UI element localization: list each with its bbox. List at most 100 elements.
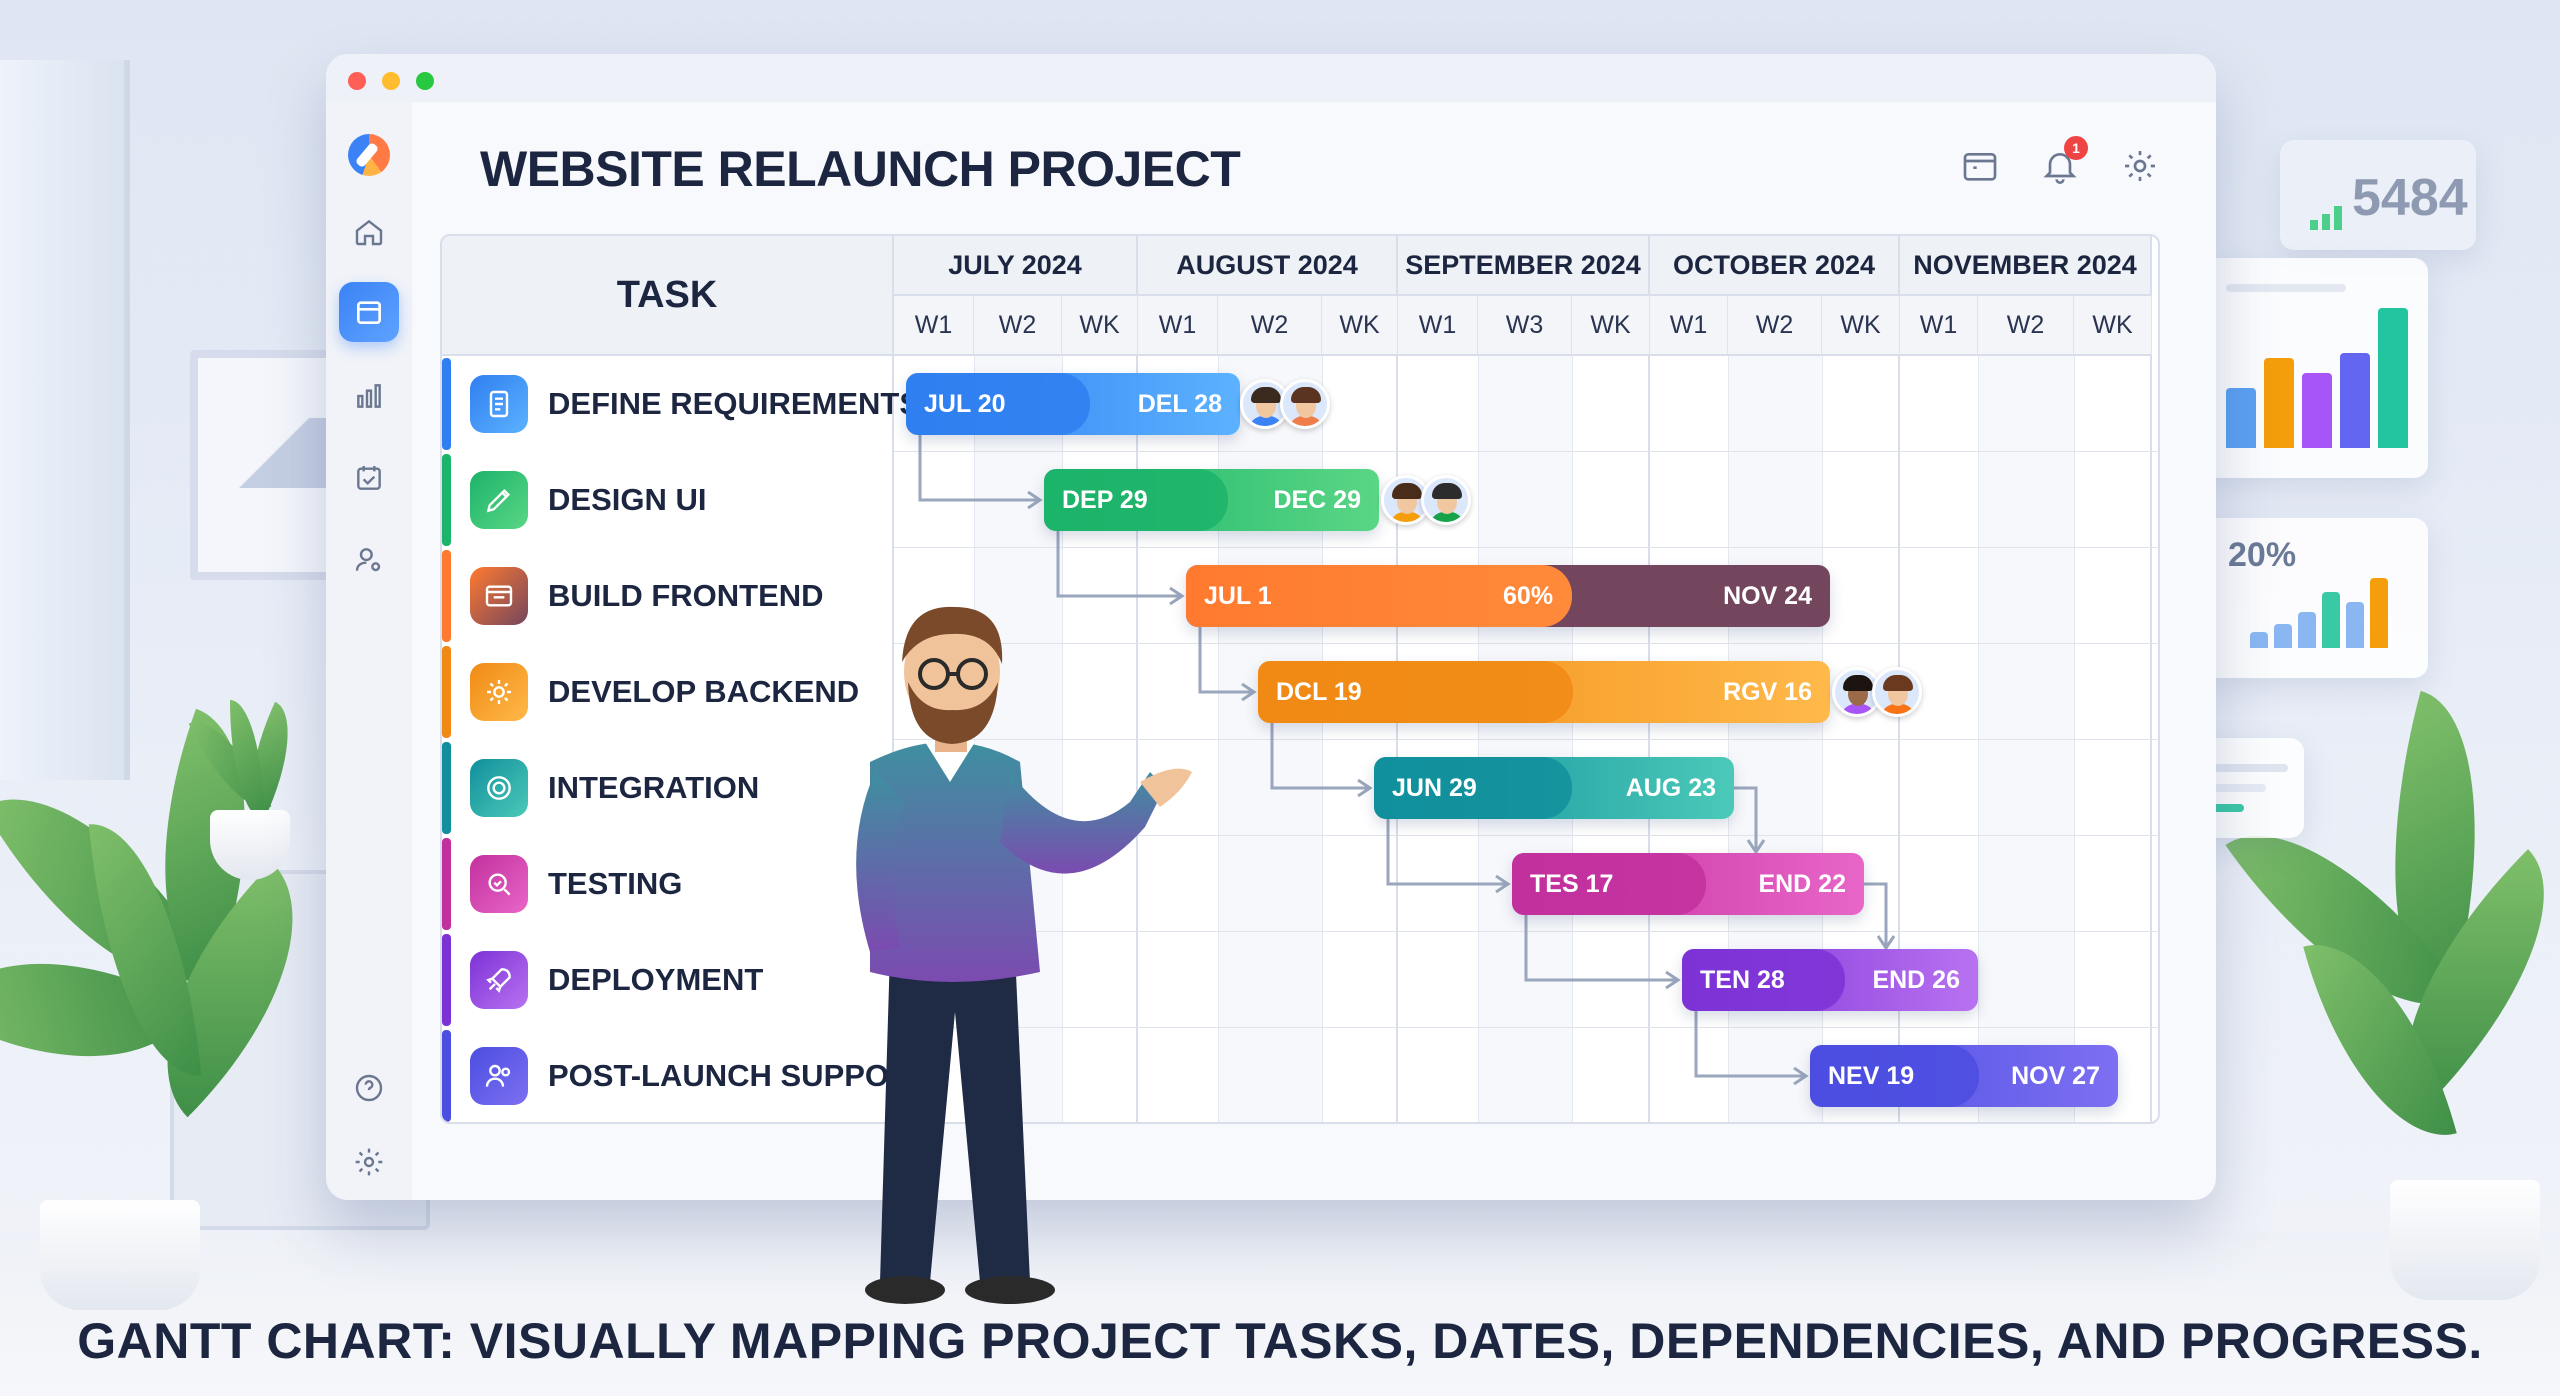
task-accent-bar [442, 646, 451, 738]
task-icon-badge [470, 567, 528, 625]
image-caption: GANTT CHART: VISUALLY MAPPING PROJECT TA… [77, 1313, 2483, 1369]
week-header: W2 [1728, 296, 1822, 356]
task-end-label: AUG 23 [1625, 774, 1716, 802]
task-icon-badge [470, 471, 528, 529]
task-row[interactable]: INTEGRATION [442, 740, 894, 836]
week-gridline [1978, 356, 1979, 1122]
user-settings-icon [355, 548, 381, 572]
help-icon [355, 1074, 383, 1102]
task-icon-badge [470, 951, 528, 1009]
task-accent-bar [442, 454, 451, 546]
assignee-avatar[interactable] [1421, 475, 1471, 525]
week-header: W2 [1218, 296, 1322, 356]
task-row[interactable]: DEVELOP BACKEND [442, 644, 894, 740]
app-logo-icon [348, 134, 390, 176]
month-header: OCTOBER 2024 [1650, 236, 1900, 296]
task-start-label: DCL 19 [1276, 678, 1362, 706]
week-header: W1 [894, 296, 974, 356]
task-bar[interactable]: DCL 19 RGV 16 [1258, 661, 1830, 723]
users-icon [485, 1064, 511, 1087]
week-column-shade [1978, 356, 2074, 1122]
rocket-icon [486, 968, 511, 993]
week-column-shade [1478, 356, 1572, 1122]
task-row[interactable]: TESTING [442, 836, 894, 932]
week-header: W2 [1978, 296, 2074, 356]
week-header: WK [1572, 296, 1650, 356]
week-header: WK [1062, 296, 1138, 356]
close-window-button[interactable] [348, 72, 366, 90]
task-bar[interactable]: TEN 28 END 26 [1682, 949, 1978, 1011]
magnify-check-icon [488, 873, 511, 896]
task-end-label: NOV 24 [1723, 582, 1812, 610]
cog-icon [487, 776, 511, 800]
task-row[interactable]: DESIGN UI [442, 452, 894, 548]
task-end-label: NOV 27 [2011, 1062, 2100, 1090]
stat-card: 5484 [2280, 140, 2476, 250]
calendar-view-button[interactable] [1960, 146, 2000, 186]
task-start-label: JUL 1 [1204, 582, 1272, 610]
gantt-chart: TASK JULY 2024 W1 W2 WK AUGUST 2024 W1 W2 WK SEP… [440, 234, 2160, 1124]
task-bar[interactable]: DEP 29 DEC 29 [1044, 469, 1379, 531]
settings-button[interactable] [2120, 146, 2160, 186]
task-start-label: JUN 29 [1392, 774, 1477, 802]
sidebar-settings-button[interactable] [339, 1132, 399, 1192]
task-accent-bar [442, 742, 451, 834]
week-header: WK [1322, 296, 1398, 356]
task-row[interactable]: POST-LAUNCH SUPPORT [442, 1028, 930, 1122]
task-icon-badge [470, 1047, 528, 1105]
dependency-arrow [1864, 882, 1888, 946]
sidebar-tasks-button[interactable] [339, 448, 399, 508]
task-accent-bar [442, 358, 451, 450]
dependency-arrowhead [1357, 778, 1373, 798]
week-header: W2 [974, 296, 1062, 356]
task-bar[interactable]: TES 17 END 22 [1512, 853, 1864, 915]
window-titlebar [326, 54, 2216, 102]
bar-chart-card [2200, 258, 2428, 478]
task-name: DEFINE REQUIREMENTS [548, 386, 921, 421]
sidebar-calendar-button[interactable] [339, 282, 399, 342]
week-header: WK [2074, 296, 2152, 356]
task-start-label: JUL 20 [924, 390, 1006, 418]
assignee-avatar[interactable] [1872, 667, 1922, 717]
gear-icon [487, 680, 511, 704]
task-accent-bar [442, 838, 451, 930]
month-header: SEPTEMBER 2024 [1398, 236, 1650, 296]
month-header: JULY 2024 [894, 236, 1138, 296]
task-icon-badge [470, 855, 528, 913]
task-bar[interactable]: NEV 19 NOV 27 [1810, 1045, 2118, 1107]
task-start-label: NEV 19 [1828, 1062, 1915, 1090]
task-accent-bar [442, 550, 451, 642]
sidebar-help-button[interactable] [339, 1058, 399, 1118]
pencil-icon [486, 488, 511, 513]
minimize-window-button[interactable] [382, 72, 400, 90]
task-row[interactable]: DEPLOYMENT [442, 932, 894, 1028]
task-bar[interactable]: JUL 20 DEL 28 [906, 373, 1240, 435]
app-window: WEBSITE RELAUNCH PROJECT 1 TASK JULY 202… [326, 54, 2216, 1200]
task-end-label: DEC 29 [1273, 486, 1361, 514]
month-gridline [2150, 356, 2152, 1122]
notifications-button[interactable]: 1 [2040, 136, 2088, 186]
task-end-label: DEL 28 [1137, 390, 1222, 418]
week-header: W3 [1478, 296, 1572, 356]
task-row[interactable]: DEFINE REQUIREMENTS [442, 356, 920, 452]
sidebar-home-button[interactable] [339, 202, 399, 262]
task-end-label: END 22 [1758, 870, 1846, 898]
gear-icon [355, 1148, 383, 1176]
task-start-label: TEN 28 [1700, 966, 1785, 994]
gear-icon [2125, 151, 2155, 181]
week-header: W1 [1398, 296, 1478, 356]
task-start-label: DEP 29 [1062, 486, 1148, 514]
row-gridline [442, 1123, 2160, 1124]
maximize-window-button[interactable] [416, 72, 434, 90]
task-name: DEPLOYMENT [548, 962, 764, 997]
task-bar[interactable]: 60% JUL 1 NOV 24 [1186, 565, 1830, 627]
background-window [0, 60, 130, 780]
sidebar-team-button[interactable] [339, 530, 399, 590]
task-start-label: TES 17 [1530, 870, 1614, 898]
task-row[interactable]: BUILD FRONTEND [442, 548, 894, 644]
sidebar-analytics-button[interactable] [339, 366, 399, 426]
task-bar[interactable]: JUN 29 AUG 23 [1374, 757, 1734, 819]
notification-badge: 1 [2064, 136, 2088, 160]
dependency-arrowhead [1876, 935, 1896, 951]
assignee-avatar[interactable] [1280, 379, 1330, 429]
